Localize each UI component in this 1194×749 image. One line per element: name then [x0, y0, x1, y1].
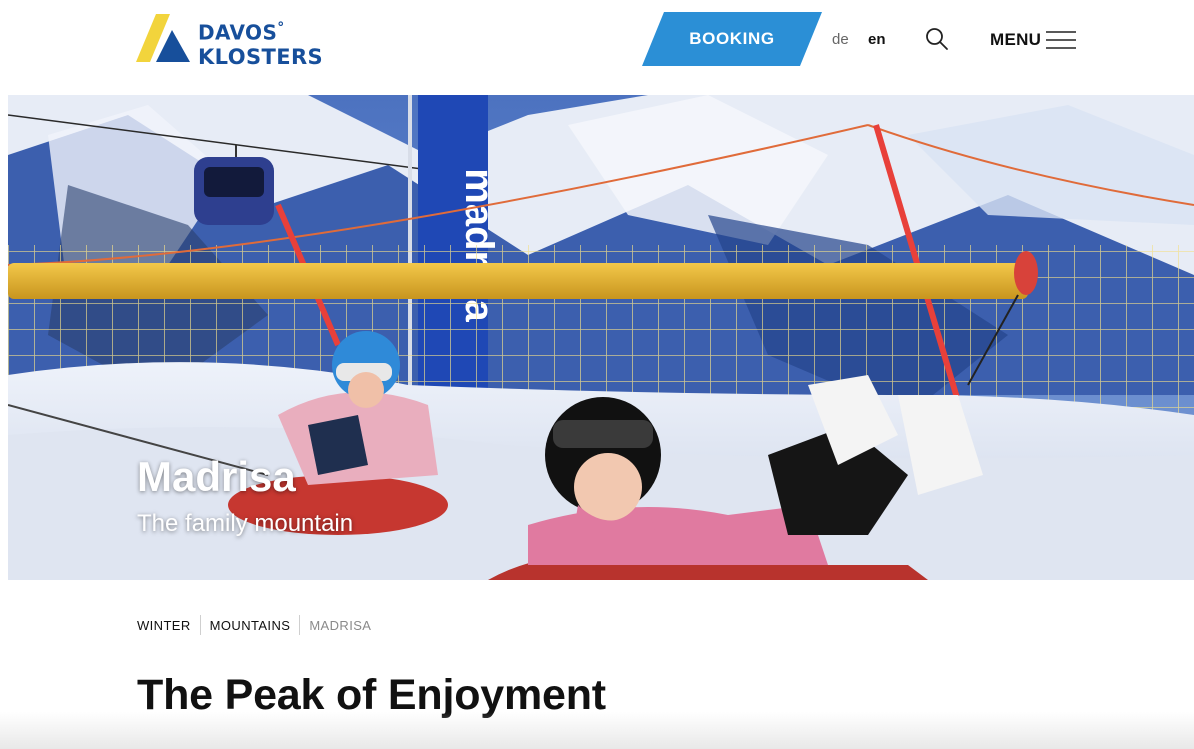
- search-icon: [926, 28, 948, 50]
- language-de[interactable]: de: [832, 30, 849, 50]
- menu-button[interactable]: MENU: [990, 27, 1080, 53]
- booking-label: BOOKING: [689, 29, 775, 48]
- logo-line-1: DAVOS: [198, 20, 278, 45]
- booking-button[interactable]: BOOKING: [642, 12, 822, 66]
- site-header: DAVOS° KLOSTERS BOOKING de en MENU: [0, 0, 1194, 95]
- breadcrumb-separator: [199, 615, 201, 635]
- hero-subtitle: The family mountain: [137, 510, 354, 537]
- hamburger-icon: [1046, 31, 1076, 49]
- menu-label: MENU: [990, 30, 1042, 49]
- breadcrumb-item-winter[interactable]: WINTER: [137, 618, 191, 633]
- search-button[interactable]: [924, 26, 950, 52]
- breadcrumb-item-mountains[interactable]: MOUNTAINS: [210, 618, 291, 633]
- hero-photo: madrisa: [8, 95, 1194, 580]
- davos-klosters-logo[interactable]: DAVOS° KLOSTERS: [136, 12, 336, 69]
- breadcrumb: WINTER MOUNTAINS MADRISA: [137, 614, 371, 636]
- page-title: The Peak of Enjoyment: [137, 671, 606, 719]
- breadcrumb-separator: [299, 615, 301, 635]
- language-en[interactable]: en: [868, 30, 886, 50]
- hero-title: Madrisa: [137, 453, 296, 500]
- logo-line-1-mark: °: [277, 20, 285, 36]
- logo-wordmark: DAVOS° KLOSTERS: [198, 16, 323, 69]
- breadcrumb-item-madrisa: MADRISA: [309, 617, 372, 633]
- hero-banner: madrisa Madrisa The f: [8, 95, 1194, 580]
- logo-line-2: KLOSTERS: [198, 44, 324, 69]
- logo-triangles-icon: [136, 14, 190, 62]
